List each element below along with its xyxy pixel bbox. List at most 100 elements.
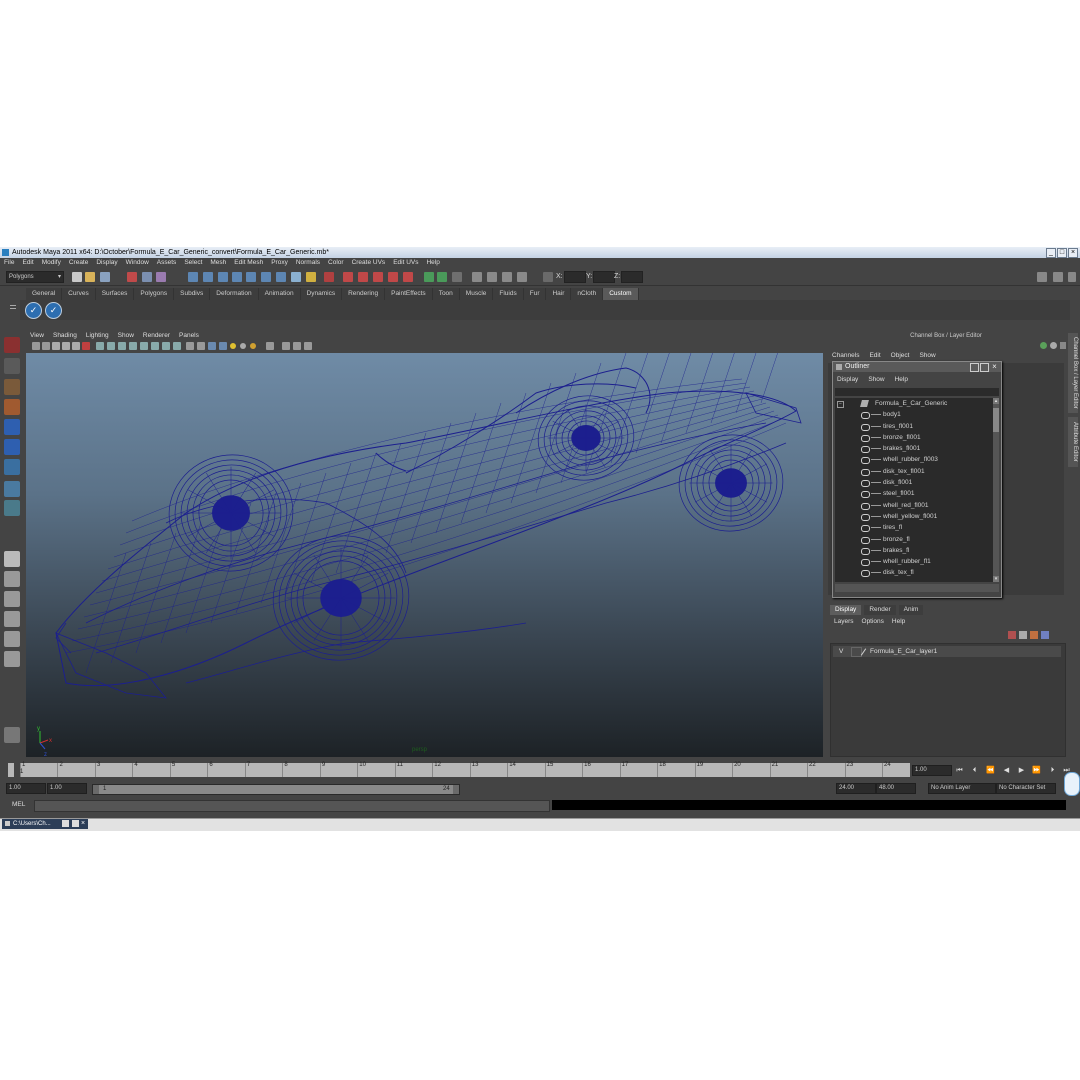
help-icon[interactable] xyxy=(291,272,301,282)
render-icon[interactable] xyxy=(343,272,353,282)
new-layer-selected-icon[interactable] xyxy=(1030,631,1038,639)
panel-layout-icon[interactable] xyxy=(472,272,482,282)
script-editor-icon[interactable] xyxy=(4,727,20,743)
select-component-icon[interactable] xyxy=(156,272,166,282)
menu-help[interactable]: Help xyxy=(426,258,439,268)
name-field-icon[interactable] xyxy=(437,272,447,282)
toggle-icon[interactable] xyxy=(517,272,527,282)
menu-edit[interactable]: Edit xyxy=(22,258,33,268)
step-forward-key-icon[interactable]: ⏩ xyxy=(1032,766,1041,775)
outliner-item[interactable]: tires_fl xyxy=(835,522,993,533)
menu-modify[interactable]: Modify xyxy=(42,258,61,268)
play-backward-icon[interactable]: ◀ xyxy=(1002,766,1011,775)
channels-menu[interactable]: Channels xyxy=(832,352,859,359)
ipr-render-icon[interactable] xyxy=(358,272,368,282)
history-icon[interactable] xyxy=(261,272,271,282)
universal-manipulator-icon[interactable] xyxy=(4,459,20,475)
range-slider-handle[interactable] xyxy=(99,785,453,794)
outliner-menu-display[interactable]: Display xyxy=(837,376,858,383)
restore-button[interactable] xyxy=(62,820,69,827)
outliner-h-scrollbar[interactable] xyxy=(835,584,999,592)
single-view-layout-icon[interactable] xyxy=(4,551,20,567)
shelf-tab-deformation[interactable]: Deformation xyxy=(210,288,259,300)
command-language-label[interactable]: MEL xyxy=(12,801,25,808)
side-tab-attribute-editor[interactable]: Attribute Editor xyxy=(1068,417,1078,467)
show-manipulator-icon[interactable] xyxy=(4,500,20,516)
render-view-icon[interactable] xyxy=(403,272,413,282)
channel-edit-menu[interactable]: Edit xyxy=(869,352,880,359)
layer-options-icon[interactable] xyxy=(1041,631,1049,639)
shelf-tab-general[interactable]: General xyxy=(26,288,63,300)
cube-view-icon[interactable] xyxy=(282,342,290,350)
snap-point-icon[interactable] xyxy=(218,272,228,282)
viewport-menu-shading[interactable]: Shading xyxy=(53,331,77,341)
camera-icon[interactable] xyxy=(502,272,512,282)
lights-icon[interactable] xyxy=(140,342,148,350)
shelf-tab-fluids[interactable]: Fluids xyxy=(493,288,524,300)
attribute-editor-toggle-icon[interactable] xyxy=(1053,272,1063,282)
snap-curve-icon[interactable] xyxy=(203,272,213,282)
menu-create[interactable]: Create xyxy=(69,258,89,268)
menu-create-uvs[interactable]: Create UVs xyxy=(352,258,386,268)
step-forward-frame-icon[interactable]: ⏵ xyxy=(1048,766,1057,775)
snap-view-icon[interactable] xyxy=(232,272,242,282)
options-menu[interactable]: Options xyxy=(862,618,884,625)
side-tab-channel-box[interactable]: Channel Box / Layer Editor xyxy=(1068,333,1078,413)
layer-row[interactable]: V Formula_E_Car_layer1 xyxy=(833,646,1061,657)
select-mode-icon[interactable] xyxy=(452,272,462,282)
shelf-menu-icon[interactable] xyxy=(8,291,18,321)
move-tool-icon[interactable] xyxy=(4,399,20,415)
antialias-icon[interactable] xyxy=(219,342,227,350)
viewport-menu-lighting[interactable]: Lighting xyxy=(86,331,109,341)
shelf-tab-curves[interactable]: Curves xyxy=(62,288,96,300)
layer-stack-icon[interactable] xyxy=(1019,631,1027,639)
start-time-field[interactable]: 1.00 xyxy=(6,783,46,794)
range-slider[interactable]: 1 24 xyxy=(92,784,460,795)
input-line-icon[interactable] xyxy=(424,272,434,282)
render-settings-icon[interactable] xyxy=(373,272,383,282)
menu-proxy[interactable]: Proxy xyxy=(271,258,288,268)
textured-icon[interactable] xyxy=(129,342,137,350)
soft-mod-icon[interactable] xyxy=(4,481,20,497)
shelf-tab-toon[interactable]: Toon xyxy=(432,288,460,300)
shelf-tab-surfaces[interactable]: Surfaces xyxy=(95,288,135,300)
magnet-icon[interactable] xyxy=(324,272,334,282)
time-slider[interactable]: 1 2 3 4 5 6 7 8 9 10 11 12 13 14 15 16 17 18 19 20 21 22 23 24 … xyxy=(8,762,910,777)
playback-start-field[interactable]: 1.00 xyxy=(47,783,87,794)
tool-settings-toggle-icon[interactable] xyxy=(1068,272,1076,282)
outliner-item[interactable]: bronze_fl001 xyxy=(835,432,993,443)
menu-display[interactable]: Display xyxy=(96,258,117,268)
channel-object-menu[interactable]: Object xyxy=(891,352,910,359)
close-button[interactable]: × xyxy=(1068,248,1078,258)
smooth-shade-icon[interactable] xyxy=(107,342,115,350)
shelf-tab-rendering[interactable]: Rendering xyxy=(342,288,386,300)
scroll-up-icon[interactable]: ▴ xyxy=(993,398,999,404)
go-to-start-icon[interactable]: ⏮ xyxy=(955,766,964,775)
default-light-icon[interactable] xyxy=(230,343,236,349)
channel-show-menu[interactable]: Show xyxy=(919,352,935,359)
outliner-item[interactable]: brakes_fl001 xyxy=(835,443,993,454)
command-input[interactable] xyxy=(34,800,550,812)
layer-tab-display[interactable]: Display xyxy=(830,605,862,615)
camera-select-icon[interactable] xyxy=(32,342,40,350)
z-field[interactable] xyxy=(621,271,643,283)
outliner-item[interactable]: brakes_fl xyxy=(835,545,993,556)
outliner-item[interactable]: bronze_fl xyxy=(835,534,993,545)
resolution-gate-icon[interactable] xyxy=(266,342,274,350)
open-scene-icon[interactable] xyxy=(85,272,95,282)
outliner-layout-icon[interactable] xyxy=(4,591,20,607)
scale-tool-icon[interactable] xyxy=(4,439,20,455)
viewport-menu-show[interactable]: Show xyxy=(118,331,134,341)
outliner-minimize-button[interactable] xyxy=(970,363,979,372)
new-layer-icon[interactable] xyxy=(1008,631,1016,639)
isolate-icon[interactable] xyxy=(173,342,181,350)
shelf-tab-fur[interactable]: Fur xyxy=(523,288,547,300)
shelf-tab-muscle[interactable]: Muscle xyxy=(459,288,494,300)
shelf-tab-hair[interactable]: Hair xyxy=(546,288,572,300)
outliner-root-row[interactable]: − Formula_E_Car_Generic xyxy=(835,398,993,409)
menu-normals[interactable]: Normals xyxy=(296,258,320,268)
outliner-item[interactable]: steel_fl001 xyxy=(835,488,993,499)
save-scene-icon[interactable] xyxy=(100,272,110,282)
custom-shelf-check-icon[interactable]: ✓ xyxy=(25,302,42,319)
shelf-tab-polygons[interactable]: Polygons xyxy=(134,288,175,300)
